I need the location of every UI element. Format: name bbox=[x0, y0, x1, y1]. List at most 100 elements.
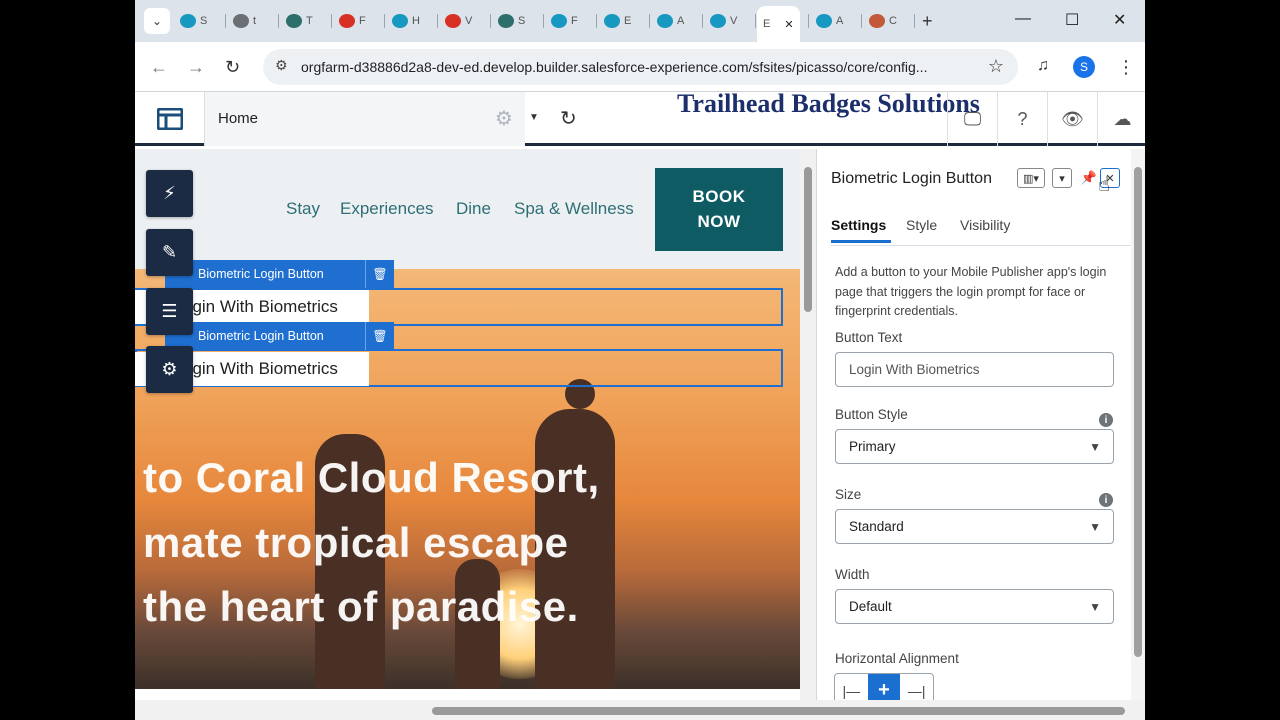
salesforce-cloud-icon bbox=[180, 14, 196, 28]
browser-tab[interactable]: F bbox=[339, 8, 366, 34]
pin-icon[interactable]: 📌 bbox=[1081, 168, 1097, 188]
back-icon[interactable]: ← bbox=[150, 57, 168, 78]
tab-visibility[interactable]: Visibility bbox=[960, 217, 1010, 233]
component-variant-icon[interactable]: ▥▾ bbox=[1017, 168, 1045, 188]
minimize-button[interactable]: — bbox=[1015, 10, 1031, 28]
gmail-icon bbox=[339, 14, 355, 28]
info-icon[interactable]: i bbox=[1099, 493, 1113, 507]
salesforce-cloud-icon bbox=[551, 14, 567, 28]
device-preview-icon[interactable]: 🖵 bbox=[947, 92, 997, 146]
tab-separator bbox=[702, 14, 703, 28]
browser-tab[interactable]: F bbox=[551, 8, 578, 34]
component-tag[interactable]: Biometric Login Button 🗑 bbox=[165, 260, 394, 288]
browser-tab[interactable]: S bbox=[498, 8, 525, 34]
dropdown-icon[interactable]: ▾ bbox=[1052, 168, 1072, 188]
bookmark-star-icon[interactable]: ☆ bbox=[988, 56, 1004, 77]
chevron-down-icon: ▼ bbox=[1089, 440, 1101, 454]
browser-tab[interactable]: S bbox=[180, 8, 207, 34]
hero-line-2: mate tropical escape bbox=[143, 519, 569, 566]
button-style-select[interactable]: Primary ▼ bbox=[835, 429, 1114, 464]
component-tag[interactable]: Biometric Login Button 🗑 bbox=[165, 322, 394, 350]
tab-separator bbox=[596, 14, 597, 28]
tab-separator bbox=[914, 14, 915, 28]
browser-tab[interactable]: E bbox=[604, 8, 631, 34]
tab-title: F bbox=[571, 15, 578, 27]
help-icon[interactable]: ? bbox=[997, 92, 1047, 146]
content-menu-icon[interactable]: ☰ bbox=[146, 288, 193, 335]
tab-separator bbox=[225, 14, 226, 28]
chevron-down-icon: ▼ bbox=[1089, 520, 1101, 534]
nav-link-stay[interactable]: Stay bbox=[286, 199, 320, 219]
browser-tab[interactable]: A bbox=[816, 8, 843, 34]
site-canvas: Stay Experiences Dine Spa & Wellness BOO… bbox=[135, 149, 800, 689]
overlay-title: Trailhead Badges Solutions bbox=[677, 89, 980, 118]
close-tab-icon[interactable]: ✕ bbox=[784, 18, 793, 31]
canvas-scrollbar[interactable] bbox=[800, 149, 816, 700]
horizontal-scrollbar[interactable] bbox=[135, 700, 1145, 720]
chevron-down-icon[interactable]: ▼ bbox=[529, 112, 539, 123]
page-settings-icon[interactable]: ⚙ bbox=[495, 106, 513, 131]
info-icon[interactable]: i bbox=[1099, 413, 1113, 427]
salesforce-cloud-icon bbox=[816, 14, 832, 28]
components-panel-button[interactable] bbox=[135, 92, 205, 146]
button-text-input[interactable]: Login With Biometrics bbox=[835, 352, 1114, 387]
browser-tab[interactable]: T bbox=[286, 8, 313, 34]
browser-tab[interactable]: A bbox=[657, 8, 684, 34]
publish-cloud-icon[interactable]: ☁ bbox=[1097, 92, 1145, 146]
button-style-value: Primary bbox=[849, 439, 896, 454]
panel-title: Biometric Login Button bbox=[831, 170, 992, 187]
panel-scrollbar[interactable] bbox=[1131, 149, 1145, 700]
tab-title: A bbox=[836, 15, 844, 27]
tab-style[interactable]: Style bbox=[906, 217, 937, 233]
builder-header: Home ⚙ ▼ ↻ Trailhead Badges Solutions 🖵 … bbox=[135, 89, 1145, 146]
browser-tab[interactable]: V bbox=[445, 8, 472, 34]
horizontal-alignment-label: Horizontal Alignment bbox=[835, 651, 959, 666]
forward-icon[interactable]: → bbox=[187, 57, 205, 78]
settings-gear-icon[interactable]: ⚙ bbox=[146, 346, 193, 393]
page-selector[interactable]: Home ⚙ ▼ bbox=[205, 92, 539, 146]
theme-brush-icon[interactable]: ✎ bbox=[146, 229, 193, 276]
new-tab-button[interactable]: + bbox=[922, 8, 933, 34]
tab-strip: ⌄ St T F H V S F E A V E ✕ A C + — ☐ ✕ bbox=[135, 0, 1145, 42]
url-field[interactable]: ⚙ orgfarm-d38886d2a8-dev-ed.develop.buil… bbox=[263, 49, 1018, 85]
browser-tab[interactable]: E ✕ bbox=[757, 6, 800, 42]
lightning-icon[interactable]: ⚡ bbox=[146, 170, 193, 217]
tab-search-button[interactable]: ⌄ bbox=[144, 8, 170, 34]
tab-separator bbox=[490, 14, 491, 28]
hero-line-1: to Coral Cloud Resort, bbox=[143, 454, 600, 501]
reload-icon[interactable]: ↻ bbox=[225, 57, 240, 78]
profile-avatar[interactable]: S bbox=[1073, 56, 1095, 78]
browser-tab[interactable]: t bbox=[233, 8, 256, 34]
component-tag-label: Biometric Login Button bbox=[198, 329, 324, 343]
browser-tab[interactable]: H bbox=[392, 8, 420, 34]
browser-tab[interactable]: C bbox=[869, 8, 897, 34]
nav-link-spa[interactable]: Spa & Wellness bbox=[514, 199, 634, 219]
maximize-button[interactable]: ☐ bbox=[1065, 10, 1079, 30]
width-value: Default bbox=[849, 599, 892, 614]
trash-icon[interactable]: 🗑 bbox=[365, 322, 394, 350]
browser-menu-icon[interactable]: ⋮ bbox=[1117, 57, 1135, 78]
book-now-line1: BOOK bbox=[692, 187, 746, 206]
browser-tab[interactable]: V bbox=[710, 8, 737, 34]
media-control-icon[interactable]: ♫ bbox=[1037, 57, 1049, 75]
properties-panel: Biometric Login Button ▥▾ ▾ 📌 ✕ Settings… bbox=[816, 149, 1145, 700]
close-window-button[interactable]: ✕ bbox=[1113, 10, 1126, 30]
nav-link-dine[interactable]: Dine bbox=[456, 199, 491, 219]
tab-settings[interactable]: Settings bbox=[831, 217, 886, 233]
site-info-icon[interactable]: ⚙ bbox=[275, 57, 288, 74]
salesforce-cloud-icon bbox=[392, 14, 408, 28]
tab-separator bbox=[808, 14, 809, 28]
tab-divider bbox=[831, 245, 1131, 246]
tab-title: C bbox=[889, 15, 897, 27]
nav-link-experiences[interactable]: Experiences bbox=[340, 199, 434, 219]
preview-eye-icon[interactable]: 👁 bbox=[1047, 92, 1097, 146]
refresh-icon[interactable]: ↻ bbox=[560, 106, 577, 131]
tab-title: S bbox=[518, 15, 526, 27]
trash-icon[interactable]: 🗑 bbox=[365, 260, 394, 288]
salesforce-cloud-icon bbox=[710, 14, 726, 28]
size-select[interactable]: Standard ▼ bbox=[835, 509, 1114, 544]
width-select[interactable]: Default ▼ bbox=[835, 589, 1114, 624]
book-now-button[interactable]: BOOK NOW bbox=[655, 168, 783, 251]
globe-icon bbox=[233, 14, 249, 28]
browser-window: ⌄ St T F H V S F E A V E ✕ A C + — ☐ ✕ ← → ↻ ⚙ orgfarm… bbox=[135, 0, 1145, 720]
